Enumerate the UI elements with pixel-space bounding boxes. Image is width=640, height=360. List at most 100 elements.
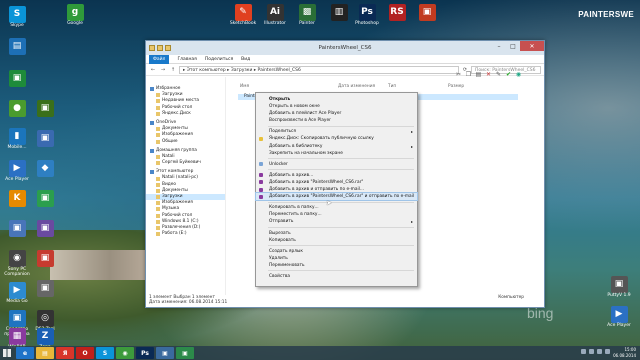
- check-icon[interactable]: ✔: [505, 71, 512, 78]
- context-menu[interactable]: Открыть Открыть в новом окне Добавить в пл…: [255, 92, 418, 287]
- context-menu-item[interactable]: Добавить в архив...: [256, 172, 417, 179]
- properties-icon[interactable]: ◉: [515, 71, 522, 78]
- desktop-icon[interactable]: ▩ Painter: [292, 4, 322, 27]
- tray-icon[interactable]: [597, 349, 602, 354]
- nav-item[interactable]: Яндекс.Диск: [146, 111, 225, 117]
- desktop-icon[interactable]: K: [2, 190, 32, 208]
- back-icon[interactable]: ←: [149, 66, 157, 74]
- desktop-icon[interactable]: ▥: [324, 4, 354, 22]
- context-menu-item[interactable]: Свойства: [256, 273, 417, 280]
- context-menu-item[interactable]: Добавить в архив и отправить по e-mail..…: [256, 186, 417, 193]
- yandex-icon[interactable]: Я: [56, 347, 74, 359]
- desktop-icon[interactable]: ●: [2, 100, 32, 118]
- context-menu-item[interactable]: Воспроизвести в Ace Player: [256, 117, 417, 124]
- ps-icon[interactable]: Ps: [136, 347, 154, 359]
- desktop-icon[interactable]: ◉ Sony PC Companion: [2, 250, 32, 278]
- context-menu-item[interactable]: Копировать: [256, 237, 417, 244]
- ribbon-tab[interactable]: Поделиться: [205, 57, 233, 62]
- context-menu-item[interactable]: Удалить: [256, 255, 417, 262]
- desktop-icon[interactable]: ▣: [30, 250, 60, 268]
- minimize-button[interactable]: –: [492, 41, 506, 51]
- context-menu-item[interactable]: Создать ярлык: [256, 248, 417, 255]
- forward-icon[interactable]: →: [159, 66, 167, 74]
- rename-icon[interactable]: ✎: [495, 71, 502, 78]
- opera-icon[interactable]: O: [76, 347, 94, 359]
- app-icon[interactable]: ▣: [176, 347, 194, 359]
- desktop-icon[interactable]: ▣: [30, 190, 60, 208]
- context-menu-item[interactable]: Unlocker: [256, 161, 417, 168]
- desktop-icon[interactable]: ▣: [30, 130, 60, 148]
- desktop-icon[interactable]: ▣: [2, 220, 32, 238]
- context-menu-item[interactable]: Вырезать: [256, 230, 417, 237]
- close-button[interactable]: ✕: [520, 41, 544, 51]
- column-date[interactable]: Дата изменения: [338, 84, 375, 89]
- desktop-icon[interactable]: RS: [382, 4, 412, 22]
- scissors-icon[interactable]: ✂: [455, 71, 462, 78]
- desktop-icon[interactable]: ▣: [30, 100, 60, 118]
- context-menu-item[interactable]: Добавить в плейлист Ace Player: [256, 110, 417, 117]
- ribbon-tab[interactable]: Файл: [149, 54, 170, 64]
- app-icon[interactable]: ▣: [156, 347, 174, 359]
- context-menu-item[interactable]: Переименовать: [256, 262, 417, 269]
- start-button[interactable]: [0, 346, 14, 360]
- context-menu-item[interactable]: Добавить в архив "PaintersWheel_CS6.rar": [256, 179, 417, 186]
- desktop-icon[interactable]: ▶ Media Go: [2, 282, 32, 305]
- explorer-icon[interactable]: ▤: [36, 347, 54, 359]
- nav-item[interactable]: Сергей Буйкевич: [146, 160, 225, 166]
- up-icon[interactable]: ↑: [169, 66, 177, 74]
- column-name[interactable]: Имя: [240, 84, 249, 89]
- desktop-icon[interactable]: ▣ PuttyV 1.9: [604, 276, 634, 299]
- desktop-icon[interactable]: Ps Photoshop: [352, 4, 382, 27]
- desktop-icon-label: Illustrator: [264, 21, 286, 26]
- column-type[interactable]: Тип: [388, 84, 396, 89]
- desktop-icon[interactable]: g Google: [60, 4, 90, 27]
- paste-icon[interactable]: ▤: [475, 71, 482, 78]
- ie-icon[interactable]: e: [16, 347, 34, 359]
- desktop-icon-label: Ace Player: [5, 177, 29, 182]
- maximize-button[interactable]: □: [506, 41, 520, 51]
- context-menu-item[interactable]: Закрепить на начальном экране: [256, 150, 417, 157]
- address-bar[interactable]: ▸ Этот компьютер ▸ Загрузки ▸ PaintersWh…: [179, 65, 459, 74]
- context-menu-item[interactable]: Открыть: [256, 96, 417, 103]
- context-menu-item[interactable]: Яндекс.Диск: Скопировать публичную ссылк…: [256, 135, 417, 142]
- context-menu-item[interactable]: Добавить в архив "PaintersWheel_CS6.rar"…: [255, 192, 418, 202]
- title-bar[interactable]: PaintersWheel_CS6 – □ ✕: [146, 41, 544, 55]
- column-size[interactable]: Размер: [448, 84, 464, 89]
- ribbon-tab[interactable]: Вид: [241, 57, 250, 62]
- desktop-icon[interactable]: ▣: [30, 280, 60, 298]
- app-icon: ▣: [418, 4, 436, 21]
- desktop-icon[interactable]: ▶ Ace Player: [604, 306, 634, 329]
- desktop-icon[interactable]: ▣: [412, 4, 442, 22]
- folder-icon: [156, 226, 160, 231]
- context-menu-item[interactable]: Открыть в новом окне: [256, 103, 417, 110]
- desktop-icon[interactable]: ▶ Ace Player: [2, 160, 32, 183]
- ribbon-tab[interactable]: Главная: [177, 57, 196, 62]
- app-icon: ▣: [36, 220, 54, 237]
- desktop-icon[interactable]: ▣: [30, 220, 60, 238]
- context-menu-item[interactable]: Поделиться ▸: [256, 128, 417, 135]
- tray-icon[interactable]: [589, 349, 594, 354]
- desktop-icon[interactable]: S Skype: [2, 6, 32, 29]
- skype-icon: S: [8, 6, 26, 23]
- clock-date: 06.08.2014: [613, 352, 636, 358]
- clock[interactable]: 15:00 06.08.2014: [613, 347, 636, 358]
- delete-icon[interactable]: ✕: [485, 71, 492, 78]
- chrome-icon[interactable]: ◉: [116, 347, 134, 359]
- desktop-icon[interactable]: ▣: [2, 70, 32, 88]
- desktop-icon[interactable]: Ai Illustrator: [260, 4, 290, 27]
- copy-icon[interactable]: ❐: [465, 71, 472, 78]
- skype-icon[interactable]: S: [96, 347, 114, 359]
- desktop-icon[interactable]: ▤: [2, 38, 32, 56]
- context-menu-item[interactable]: Переместить в папку...: [256, 211, 417, 218]
- context-menu-item[interactable]: Копировать в папку...: [256, 204, 417, 211]
- nav-item[interactable]: Работа (E:): [146, 231, 225, 237]
- tray-icon[interactable]: [605, 349, 610, 354]
- context-menu-item[interactable]: Добавить в библиотеку ▸: [256, 143, 417, 150]
- context-menu-item[interactable]: Отправить ▸: [256, 218, 417, 225]
- desktop-icon[interactable]: ✎ SketchBook: [228, 4, 258, 27]
- desktop-icon[interactable]: ◆: [30, 160, 60, 178]
- nav-item[interactable]: Общие: [146, 139, 225, 145]
- desktop-icon[interactable]: ▮ Mobile...: [2, 128, 32, 151]
- tray-icon[interactable]: [581, 349, 586, 354]
- folder-icon: [156, 105, 160, 110]
